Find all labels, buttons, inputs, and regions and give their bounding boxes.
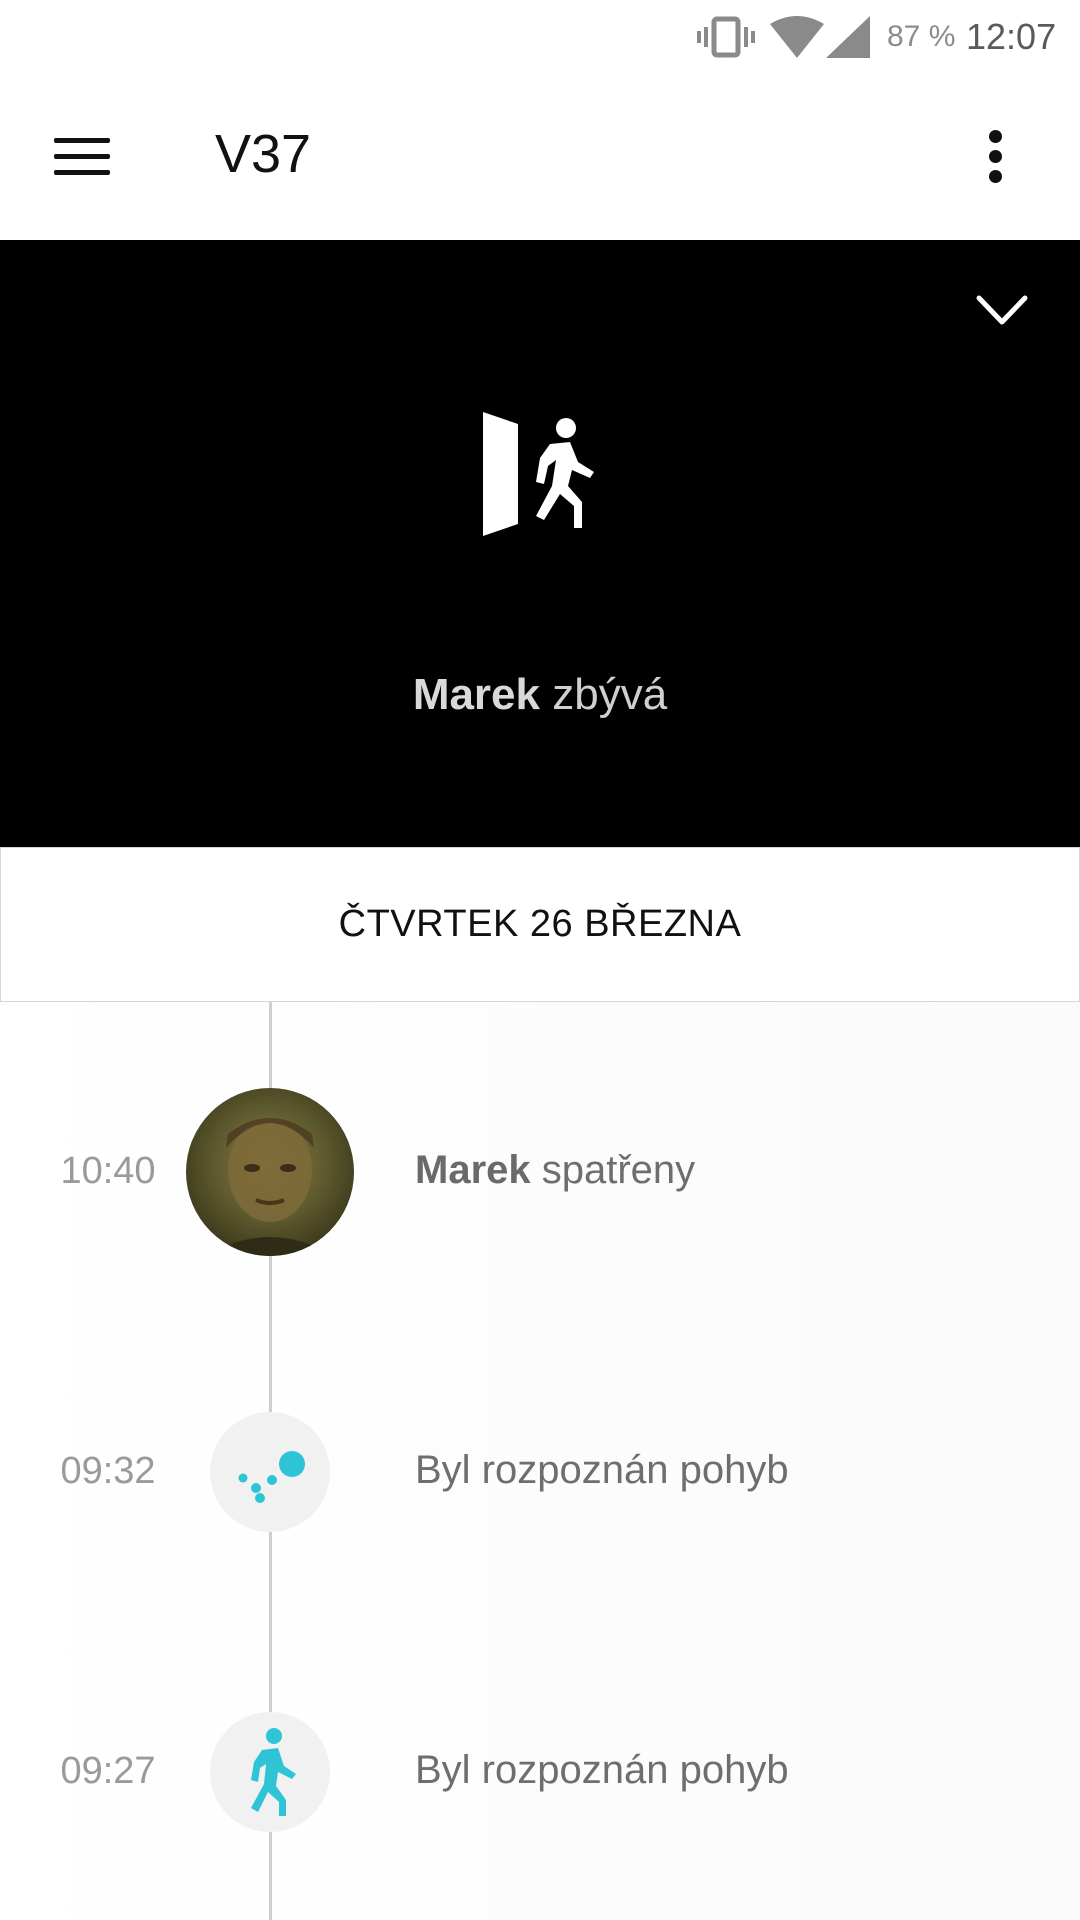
battery-percent: 87 % — [887, 20, 956, 53]
status-bar: 87 % 12:07 — [0, 0, 1080, 74]
cell-signal-icon — [826, 0, 870, 74]
menu-icon[interactable] — [54, 132, 112, 180]
event-timeline: 10:40 Marek spatřeny 09:32 Byl rozpoznán… — [0, 1002, 1080, 1920]
event-person-name: Marek — [415, 1148, 531, 1192]
motion-dots-icon — [210, 1412, 330, 1532]
event-time: 09:27 — [60, 1750, 156, 1792]
avatar — [186, 1088, 354, 1256]
more-vert-icon[interactable] — [978, 128, 1014, 188]
walking-person-icon — [210, 1712, 330, 1832]
page-title: V37 — [215, 124, 312, 184]
event-label: Marek spatřeny — [415, 1148, 695, 1193]
door-exit-icon — [478, 410, 606, 540]
wifi-icon — [770, 0, 824, 74]
hero-person-name: Marek — [412, 670, 540, 719]
hero-status-text: zbývá — [552, 670, 668, 719]
hero-panel: Marek zbývá — [0, 240, 1080, 847]
event-text: Byl rozpoznán pohyb — [415, 1448, 789, 1492]
chevron-down-icon[interactable] — [975, 290, 1029, 330]
status-time: 12:07 — [966, 16, 1057, 57]
timeline-event[interactable]: 09:27 Byl rozpoznán pohyb — [0, 1712, 1080, 1882]
timeline-event[interactable]: 10:40 Marek spatřeny — [0, 1088, 1080, 1258]
event-text: spatřeny — [541, 1148, 696, 1192]
event-time: 10:40 — [60, 1150, 156, 1192]
event-text: Byl rozpoznán pohyb — [415, 1748, 789, 1792]
hero-status: Marek zbývá — [0, 670, 1080, 720]
event-time: 09:32 — [60, 1450, 156, 1492]
timeline-event[interactable]: 09:32 Byl rozpoznán pohyb — [0, 1412, 1080, 1582]
date-header: ČTVRTEK 26 BŘEZNA — [0, 847, 1080, 1002]
app-bar: V37 — [0, 74, 1080, 240]
vibrate-icon — [697, 0, 755, 74]
